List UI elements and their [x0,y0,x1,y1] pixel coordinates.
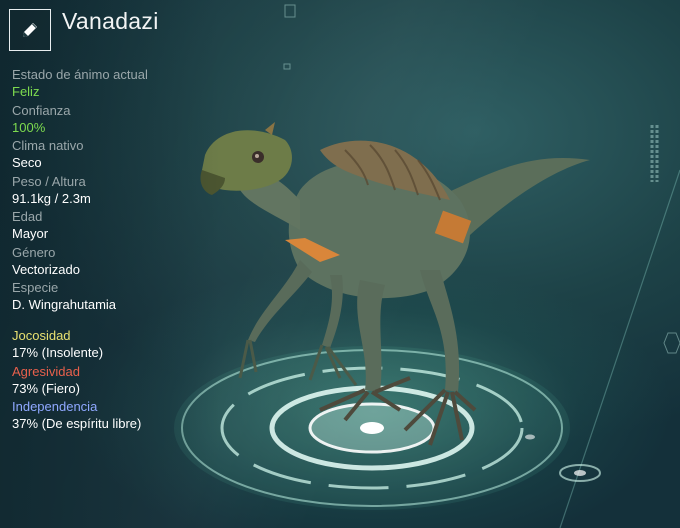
stat-label: Peso / Altura [12,173,86,189]
stat-value: D. Wingrahutamia [12,297,117,312]
trait-label: Jocosidad [12,328,71,343]
trait-independence: Independencia 37% (De espíritu libre) [12,399,222,435]
stat-age: Edad Mayor [12,209,222,245]
stat-trust: Confianza 100% [12,103,222,139]
stat-label: Edad [12,209,43,224]
trait-value: 17% (Insolente) [12,345,104,360]
stat-gender: Género Vectorizado [12,245,222,281]
stat-label: Estado de ánimo actual [12,67,148,82]
stat-weight-height: Peso / Altura 91.1kg / 2.3m [12,174,222,210]
stat-label: Clima nativo [12,138,84,153]
stat-label: Género [12,244,56,260]
trait-label: Agresividad [12,363,80,379]
traits-list: Jocosidad 17% (Insolente) Agresividad 73… [12,328,222,435]
stat-label: Confianza [12,102,71,118]
stat-species: Especie D. Wingrahutamia [12,280,222,316]
stat-value: 91.1kg / 2.3m [12,190,91,206]
trait-value: 73% (Fiero) [12,380,80,396]
creature-name: Vanadazi [62,8,159,34]
stat-mood: Estado de ánimo actual Feliz [12,67,222,103]
hologram-pedestal [174,346,601,510]
pencil-icon [23,23,37,37]
stat-value: Feliz [12,84,40,99]
trait-value: 37% (De espíritu libre) [12,416,142,431]
stat-label: Especie [12,280,59,295]
trait-aggression: Agresividad 73% (Fiero) [12,364,222,400]
trait-playfulness: Jocosidad 17% (Insolente) [12,328,222,364]
stat-climate: Clima nativo Seco [12,138,222,174]
stat-value: Vectorizado [12,261,80,277]
edit-name-button[interactable] [9,9,51,51]
stat-value: 100% [12,119,46,135]
trait-label: Independencia [12,399,98,414]
stat-value: Mayor [12,226,49,241]
stats-list: Estado de ánimo actual Feliz Confianza 1… [12,67,222,316]
stat-value: Seco [12,155,42,170]
